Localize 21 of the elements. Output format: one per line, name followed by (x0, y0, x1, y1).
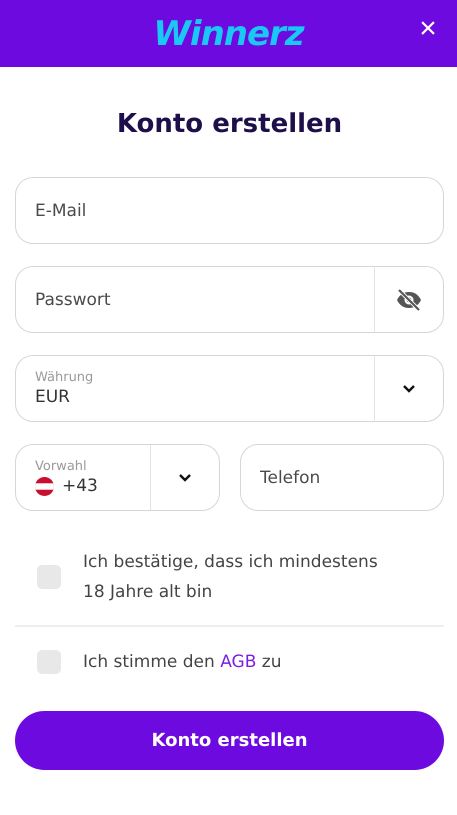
phone-field[interactable]: Telefon (240, 444, 444, 511)
consent-text: Ich bestätige, dass ich mindestens 18 Jahre alt bin (83, 551, 379, 604)
password-input[interactable]: Passwort (16, 267, 374, 332)
email-field[interactable]: E-Mail (15, 177, 444, 244)
chevron-down-icon (178, 473, 192, 482)
logo: Winnerz (153, 14, 304, 54)
flag-icon (35, 476, 54, 496)
currency-value: EUR (35, 387, 71, 407)
close-button[interactable]: × (413, 14, 443, 44)
currency-select[interactable]: Währung EUR (15, 355, 444, 422)
password-field[interactable]: Passwort (15, 266, 444, 333)
eye-slash-icon[interactable] (395, 288, 423, 310)
terms-link[interactable]: AGB (220, 652, 256, 672)
currency-label: Währung (35, 370, 94, 385)
page-title: Konto erstellen (116, 109, 344, 139)
create-account-button[interactable]: Konto erstellen (15, 711, 444, 770)
chevron-down-icon (402, 384, 416, 393)
dial-code-select[interactable]: Vorwahl +43 (15, 444, 220, 511)
dial-code-label: Vorwahl (35, 459, 88, 474)
dial-code-value: +43 (62, 476, 98, 496)
consent-text: Ich stimme den AGB zu (83, 651, 282, 674)
